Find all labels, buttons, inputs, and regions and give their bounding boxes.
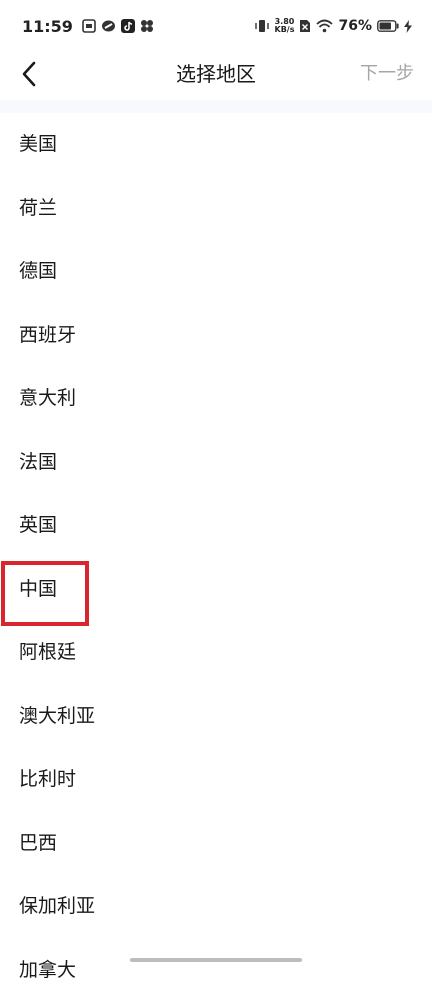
network-speed-unit: KB/s — [275, 26, 295, 34]
region-item-canada[interactable]: 加拿大 — [0, 939, 432, 1002]
status-bar-left: 11:59 — [22, 17, 154, 36]
navigation-bar: 选择地区 下一步 — [0, 52, 432, 96]
app-grid-icon — [140, 19, 154, 33]
charging-icon — [404, 20, 412, 33]
network-speed: 3.80 KB/s — [275, 18, 295, 34]
region-item-germany[interactable]: 德国 — [0, 240, 432, 304]
region-item-france[interactable]: 法国 — [0, 431, 432, 495]
region-item-china[interactable]: 中国 — [0, 558, 432, 622]
no-sim-icon — [299, 19, 311, 33]
wifi-icon — [316, 19, 333, 33]
header-divider — [0, 100, 432, 113]
chevron-left-icon — [21, 61, 37, 87]
region-item-belgium[interactable]: 比利时 — [0, 748, 432, 812]
battery-icon — [377, 20, 399, 32]
status-bar-right: 3.80 KB/s 76% — [254, 18, 413, 34]
region-item-uk[interactable]: 英国 — [0, 494, 432, 558]
status-bar: 11:59 3.80 KB/s 76% — [0, 0, 432, 52]
home-indicator[interactable] — [130, 958, 302, 962]
region-item-spain[interactable]: 西班牙 — [0, 304, 432, 368]
link-app-icon — [101, 19, 116, 33]
region-item-argentina[interactable]: 阿根廷 — [0, 621, 432, 685]
back-button[interactable] — [14, 58, 44, 90]
tiktok-icon — [121, 19, 135, 33]
region-item-australia[interactable]: 澳大利亚 — [0, 685, 432, 749]
region-item-brazil[interactable]: 巴西 — [0, 812, 432, 876]
next-step-button[interactable]: 下一步 — [360, 52, 414, 96]
region-item-bulgaria[interactable]: 保加利亚 — [0, 875, 432, 939]
notification-icon — [82, 19, 96, 33]
region-item-netherlands[interactable]: 荷兰 — [0, 177, 432, 241]
region-list: 美国 荷兰 德国 西班牙 意大利 法国 英国 中国 阿根廷 澳大利亚 比利时 巴… — [0, 113, 432, 1002]
status-time: 11:59 — [22, 17, 73, 36]
region-item-italy[interactable]: 意大利 — [0, 367, 432, 431]
region-item-usa[interactable]: 美国 — [0, 113, 432, 177]
battery-percentage: 76% — [338, 18, 372, 34]
vibrate-icon — [254, 19, 270, 33]
